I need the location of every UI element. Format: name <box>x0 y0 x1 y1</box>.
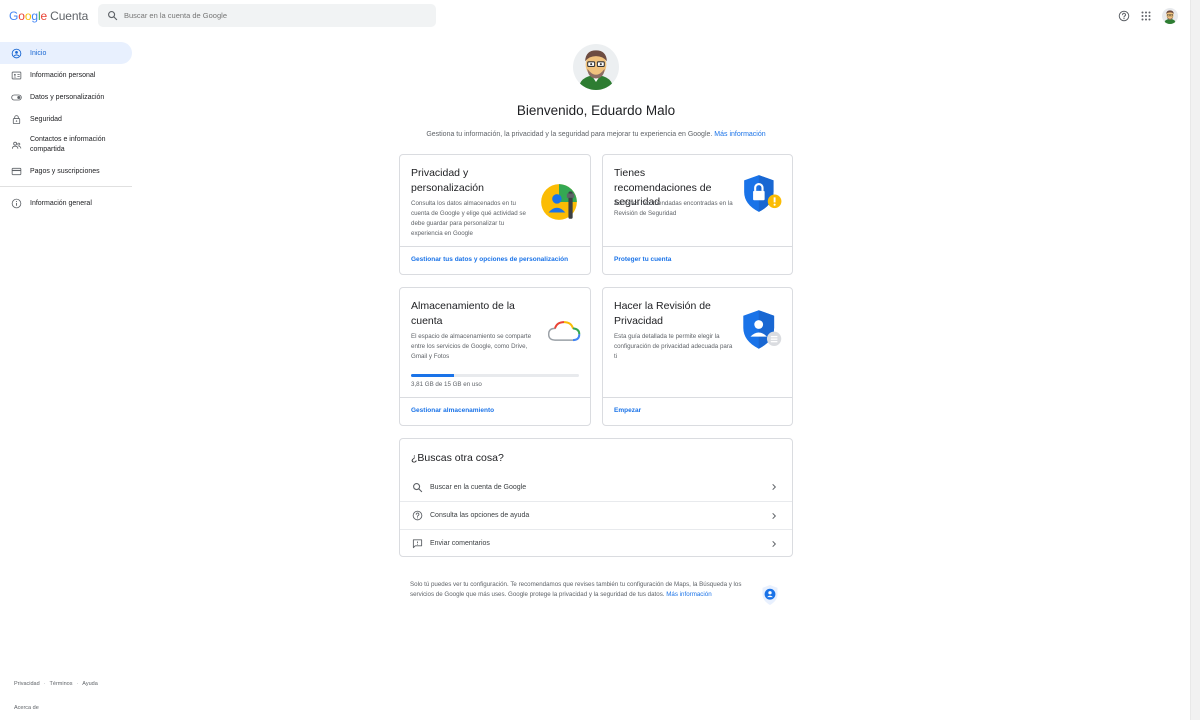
card-description: Acciones recomendadas encontradas en la … <box>614 200 733 217</box>
help-icon[interactable] <box>1118 10 1130 22</box>
card-description: Consulta los datos almacenados en tu cue… <box>411 200 526 237</box>
intro-body: Gestiona tu información, la privacidad y… <box>426 131 713 138</box>
card-title: ¿Buscas otra cosa? <box>411 452 504 464</box>
privacy-link[interactable]: Privacidad <box>14 681 40 687</box>
toggle-icon <box>11 94 22 100</box>
google-account-logo[interactable]: Google Cuenta <box>9 9 88 23</box>
footer-links: Privacidad · Términos · Ayuda <box>14 681 98 687</box>
terms-link[interactable]: Términos <box>50 681 73 687</box>
more-row-search[interactable]: Buscar en la cuenta de Google <box>400 473 792 501</box>
manage-storage-link[interactable]: Gestionar almacenamiento <box>411 407 494 414</box>
manage-data-link[interactable]: Gestionar tus datos y opciones de person… <box>411 256 568 263</box>
help-icon <box>412 510 423 521</box>
footer-separator: · <box>76 681 79 687</box>
home-icon <box>11 48 22 58</box>
top-bar: Google Cuenta <box>0 0 1190 33</box>
row-label: Enviar comentarios <box>430 540 490 547</box>
start-checkup-link[interactable]: Empezar <box>614 407 641 414</box>
card-title: Hacer la Revisión de Privacidad <box>614 300 711 327</box>
page-scrollbar[interactable] <box>1190 0 1200 720</box>
storage-card[interactable]: Almacenamiento de la cuenta El espacio d… <box>399 287 591 426</box>
protect-account-link[interactable]: Proteger tu cuenta <box>614 256 671 263</box>
search-box[interactable] <box>98 4 436 27</box>
sidebar-item-label: Información general <box>30 199 92 207</box>
logo-product: Cuenta <box>50 9 89 23</box>
sidebar-item-label: Contactos e información compartida <box>30 136 106 153</box>
sidebar-item-inicio[interactable]: Inicio <box>0 42 132 64</box>
sidebar-nav: Inicio Información personal Datos y pers… <box>0 42 132 214</box>
about-link[interactable]: Acerca de <box>14 705 39 711</box>
sidebar-item-seguridad[interactable]: Seguridad <box>0 108 132 130</box>
cloud-storage-illustration <box>547 321 581 342</box>
feedback-icon <box>412 539 423 549</box>
privacy-checkup-card[interactable]: Hacer la Revisión de Privacidad Esta guí… <box>602 287 793 426</box>
welcome-heading: Bienvenido, Eduardo Malo <box>516 103 676 118</box>
sidebar-item-datos-personalizacion[interactable]: Datos y personalización <box>0 86 132 108</box>
search-icon <box>413 482 423 492</box>
people-icon <box>11 141 22 149</box>
sidebar-item-informacion-general[interactable]: Información general <box>0 192 132 214</box>
sidebar-divider <box>0 186 132 187</box>
sidebar-item-label: Inicio <box>30 49 47 57</box>
card-title: Almacenamiento de la cuenta <box>411 300 515 327</box>
sidebar-item-informacion-personal[interactable]: Información personal <box>0 64 132 86</box>
sidebar-item-pagos[interactable]: Pagos y suscripciones <box>0 160 132 182</box>
looking-for-something-card: ¿Buscas otra cosa? Buscar en la cuenta d… <box>399 438 793 557</box>
sidebar-item-label: Seguridad <box>30 115 62 123</box>
storage-usage-fill <box>411 374 454 377</box>
apps-grid-icon[interactable] <box>1140 10 1152 22</box>
sidebar-item-label: Pagos y suscripciones <box>30 167 100 175</box>
storage-usage-text: 3,81 GB de 15 GB en uso <box>411 381 482 388</box>
chevron-right-icon <box>772 483 777 491</box>
security-card[interactable]: Tienes recomendaciones de seguridad Acci… <box>602 154 793 275</box>
sidebar-item-label: Información personal <box>30 71 96 79</box>
card-footer: Gestionar almacenamiento <box>400 397 590 425</box>
privacy-notice: Solo tú puedes ver tu configuración. Te … <box>410 580 744 600</box>
personalization-illustration <box>541 184 577 220</box>
notice-more-info-link[interactable]: Más información <box>666 591 711 598</box>
row-label: Consulta las opciones de ayuda <box>430 512 530 519</box>
privacy-card[interactable]: Privacidad y personalización Consulta lo… <box>399 154 591 275</box>
lock-icon <box>12 114 21 124</box>
profile-avatar[interactable] <box>573 44 619 90</box>
row-label: Buscar en la cuenta de Google <box>430 483 527 491</box>
user-avatar[interactable] <box>1162 8 1178 24</box>
more-row-help[interactable]: Consulta las opciones de ayuda <box>400 501 792 529</box>
card-title: Privacidad y personalización <box>411 167 484 194</box>
more-row-feedback[interactable]: Enviar comentarios <box>400 529 792 557</box>
sidebar-item-contactos[interactable]: Contactos e información compartida <box>0 130 132 160</box>
card-description: El espacio de almacenamiento se comparte… <box>411 333 532 360</box>
card-footer: Proteger tu cuenta <box>603 246 792 274</box>
info-icon <box>11 198 22 208</box>
chevron-right-icon <box>772 540 777 547</box>
search-icon <box>108 11 118 21</box>
intro-more-info-link[interactable]: Más información <box>714 131 765 138</box>
privacy-shield-icon <box>762 585 778 605</box>
id-card-icon <box>11 71 22 79</box>
card-description: Esta guía detallada te permite elegir la… <box>614 333 733 360</box>
storage-usage-bar <box>411 374 579 377</box>
help-link[interactable]: Ayuda <box>82 681 98 687</box>
intro-text: Gestiona tu información, la privacidad y… <box>299 131 893 138</box>
footer-separator: · <box>43 681 46 687</box>
search-input[interactable] <box>124 4 424 27</box>
logo-google: Google <box>9 9 48 23</box>
card-footer: Empezar <box>603 397 792 425</box>
credit-card-icon <box>11 167 22 175</box>
sidebar-item-label: Datos y personalización <box>30 93 105 101</box>
security-shield-illustration <box>744 175 782 212</box>
privacy-checkup-illustration <box>743 310 782 349</box>
chevron-right-icon <box>772 512 777 519</box>
card-footer: Gestionar tus datos y opciones de person… <box>400 246 590 274</box>
